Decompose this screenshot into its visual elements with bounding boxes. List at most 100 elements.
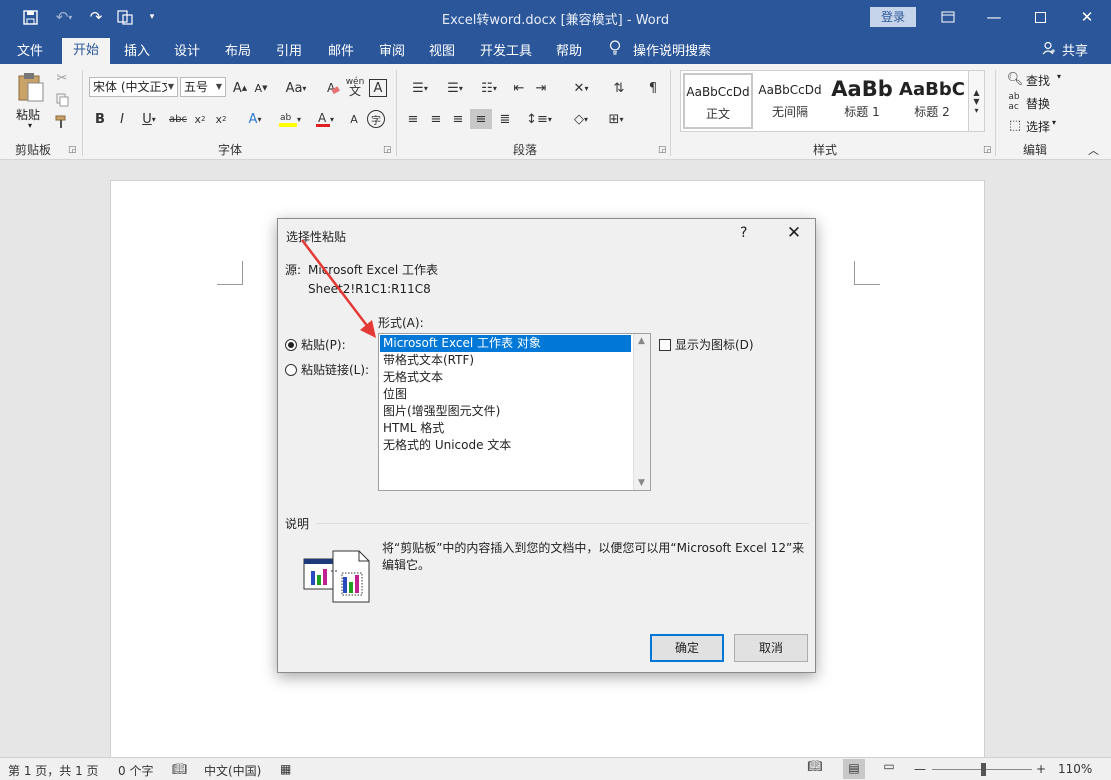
underline-icon[interactable]: U ▾ [136, 110, 162, 128]
select-dropdown-icon[interactable]: ▾ [1052, 118, 1056, 127]
share-person-icon[interactable] [1040, 40, 1058, 64]
page-count[interactable]: 第 1 页，共 1 页 [8, 762, 99, 779]
style-heading-1[interactable]: AaBb 标题 1 [827, 73, 897, 129]
zoom-slider-thumb[interactable] [981, 763, 986, 776]
phonetic-guide-icon[interactable]: wén 文 [345, 77, 365, 98]
copy-icon[interactable] [54, 92, 70, 108]
touch-mode-icon[interactable] [114, 7, 136, 27]
strikethrough-icon[interactable]: abc [167, 110, 189, 128]
show-marks-icon[interactable]: ¶ [644, 79, 662, 97]
maximize-icon[interactable] [1017, 0, 1063, 34]
find-dropdown-icon[interactable]: ▾ [1057, 72, 1061, 81]
macro-icon[interactable]: ▦ [280, 762, 291, 776]
format-listbox[interactable]: Microsoft Excel 工作表 对象 带格式文本(RTF) 无格式文本 … [378, 333, 651, 491]
paste-link-radio-dot[interactable] [285, 363, 297, 376]
cut-icon[interactable]: ✂ [54, 70, 70, 86]
tab-developer[interactable]: 开发工具 [474, 40, 538, 64]
align-right-icon[interactable]: ≡ [449, 110, 467, 128]
scroll-down-icon[interactable]: ▼ [638, 478, 645, 488]
style-no-spacing[interactable]: AaBbCcDd 无间隔 [755, 73, 825, 129]
tab-view[interactable]: 视图 [421, 40, 463, 64]
login-button[interactable]: 登录 [870, 7, 916, 27]
bold-icon[interactable]: B [92, 110, 108, 128]
highlight-color-icon[interactable]: ab ▾ [274, 110, 306, 128]
listbox-scrollbar[interactable]: ▲ ▼ [633, 334, 650, 490]
scroll-up-icon[interactable]: ▲ [638, 336, 645, 346]
font-name-combo[interactable]: 宋体 (中文正文)▼ [89, 77, 178, 97]
close-icon[interactable]: ✕ [783, 222, 805, 244]
paste-dropdown-icon[interactable]: ▾ [28, 121, 32, 130]
format-painter-icon[interactable] [54, 114, 70, 130]
display-as-icon-checkbox[interactable]: 显示为图标(D) [659, 336, 754, 353]
list-item[interactable]: 带格式文本(RTF) [380, 352, 631, 369]
select-button[interactable]: 选择 [1026, 118, 1050, 135]
shrink-font-icon[interactable]: A ▼ [252, 79, 270, 97]
superscript-icon[interactable]: x2 [213, 110, 229, 128]
undo-icon[interactable]: ↶ ▾ [50, 7, 78, 27]
customize-qat-icon[interactable]: ▾ [144, 7, 160, 27]
sort-icon[interactable]: ⇅ [610, 79, 628, 97]
tab-help[interactable]: 帮助 [548, 40, 590, 64]
redo-icon[interactable]: ↷ [86, 7, 106, 27]
multilevel-list-icon[interactable]: ☷ ▾ [474, 79, 504, 97]
cancel-button[interactable]: 取消 [734, 634, 808, 662]
font-size-combo[interactable]: 五号 ▼ [180, 77, 226, 97]
styles-scroll-icon[interactable]: ▲ ▼ ▾ [969, 70, 985, 132]
bullets-icon[interactable]: ☰ ▾ [405, 79, 435, 97]
web-layout-icon[interactable]: ▭ [880, 759, 898, 779]
clipboard-launcher-icon[interactable]: ◲ [68, 145, 77, 155]
tab-home[interactable]: 开始 [62, 38, 110, 64]
lightbulb-icon[interactable] [606, 40, 624, 64]
font-color-icon[interactable]: A ▾ [310, 110, 340, 128]
grow-font-icon[interactable]: A ▲ [231, 79, 249, 97]
tell-me-search[interactable]: 操作说明搜索 [632, 40, 712, 64]
save-icon[interactable] [20, 7, 40, 27]
close-window-icon[interactable]: ✕ [1064, 0, 1110, 34]
subscript-icon[interactable]: x2 [192, 110, 208, 128]
list-item[interactable]: Microsoft Excel 工作表 对象 [380, 335, 631, 352]
paste-icon[interactable] [14, 70, 48, 104]
tab-review[interactable]: 审阅 [371, 40, 413, 64]
decrease-indent-icon[interactable]: ⇤ [510, 79, 528, 97]
tab-layout[interactable]: 布局 [217, 40, 259, 64]
change-case-icon[interactable]: Aa ▾ [281, 79, 311, 97]
tab-design[interactable]: 设计 [166, 40, 208, 64]
list-item[interactable]: 无格式文本 [380, 369, 631, 386]
enclose-characters-icon[interactable]: 字 [367, 110, 385, 128]
list-item[interactable]: 无格式的 Unicode 文本 [380, 437, 631, 454]
find-icon[interactable]: 🔍︎ [1006, 70, 1024, 88]
replace-button[interactable]: 替换 [1026, 95, 1050, 112]
ribbon-display-options-icon[interactable] [925, 0, 971, 34]
paste-link-radio[interactable]: 粘贴链接(L): [285, 361, 369, 378]
numbering-icon[interactable]: ☰ ▾ [440, 79, 470, 97]
justify-icon[interactable]: ≡ [470, 109, 492, 129]
center-icon[interactable]: ≡ [427, 110, 445, 128]
paste-radio-dot[interactable] [285, 338, 297, 351]
list-item[interactable]: HTML 格式 [380, 420, 631, 437]
distributed-icon[interactable]: ≣ [496, 110, 514, 128]
language-indicator[interactable]: 中文(中国) [204, 762, 261, 779]
tab-insert[interactable]: 插入 [116, 40, 158, 64]
display-as-icon-box[interactable] [659, 338, 671, 351]
tab-references[interactable]: 引用 [268, 40, 310, 64]
align-left-icon[interactable]: ≡ [404, 110, 422, 128]
line-spacing-icon[interactable]: ↕≡ ▾ [524, 110, 554, 128]
tab-mailings[interactable]: 邮件 [320, 40, 362, 64]
borders-icon[interactable]: ⊞ ▾ [600, 110, 632, 128]
styles-launcher-icon[interactable]: ◲ [983, 145, 992, 155]
clear-formatting-icon[interactable]: A [324, 79, 342, 97]
list-item[interactable]: 图片(增强型图元文件) [380, 403, 631, 420]
proofing-icon[interactable]: 📖︎ [172, 762, 187, 776]
font-launcher-icon[interactable]: ◲ [383, 145, 392, 155]
character-shading-icon[interactable]: A [345, 110, 363, 128]
shading-icon[interactable]: ◇ ▾ [566, 110, 596, 128]
collapse-ribbon-icon[interactable]: ︿ [1088, 142, 1099, 158]
text-effects-icon[interactable]: A ▾ [240, 110, 270, 128]
italic-icon[interactable]: I [114, 110, 130, 128]
style-heading-2[interactable]: AaBbC 标题 2 [897, 73, 967, 129]
paste-radio[interactable]: 粘贴(P): [285, 336, 346, 353]
ok-button[interactable]: 确定 [650, 634, 724, 662]
list-item[interactable]: 位图 [380, 386, 631, 403]
find-button[interactable]: 查找 [1026, 72, 1050, 89]
increase-indent-icon[interactable]: ⇥ [532, 79, 550, 97]
